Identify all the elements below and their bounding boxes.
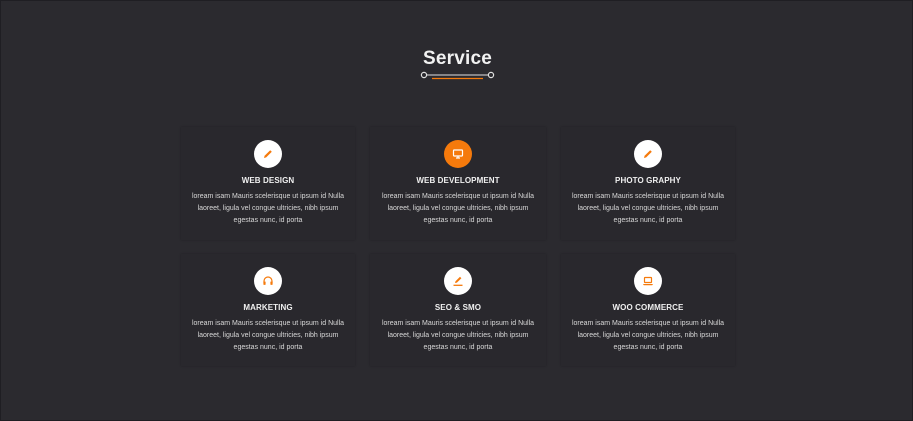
- services-grid: WEB DESIGN loream isam Mauris scelerisqu…: [181, 127, 735, 366]
- title-divider: [420, 70, 495, 82]
- laptop-icon: [642, 275, 654, 287]
- icon-badge: [254, 140, 282, 168]
- service-title: WOO COMMERCE: [612, 303, 684, 312]
- service-title: WEB DEVELOPMENT: [416, 176, 500, 185]
- service-description: loream isam Mauris scelerisque ut ipsum …: [191, 320, 345, 351]
- icon-badge: [634, 267, 662, 295]
- service-card-marketing[interactable]: MARKETING loream isam Mauris scelerisque…: [181, 254, 355, 366]
- service-description: loream isam Mauris scelerisque ut ipsum …: [571, 320, 725, 351]
- service-card-woo-commerce[interactable]: WOO COMMERCE loream isam Mauris sceleris…: [561, 254, 735, 366]
- service-card-photo-graphy[interactable]: PHOTO GRAPHY loream isam Mauris sceleris…: [561, 127, 735, 240]
- service-title: MARKETING: [243, 303, 293, 312]
- service-description: loream isam Mauris scelerisque ut ipsum …: [571, 193, 725, 224]
- icon-badge: [254, 267, 282, 295]
- icon-badge: [444, 140, 472, 168]
- edit-icon: [452, 275, 464, 287]
- monitor-icon: [452, 148, 464, 160]
- icon-badge: [444, 267, 472, 295]
- service-card-web-design[interactable]: WEB DESIGN loream isam Mauris scelerisqu…: [181, 127, 355, 240]
- pencil-icon: [262, 148, 274, 160]
- service-description: loream isam Mauris scelerisque ut ipsum …: [381, 193, 535, 224]
- service-description: loream isam Mauris scelerisque ut ipsum …: [381, 320, 535, 351]
- service-description: loream isam Mauris scelerisque ut ipsum …: [191, 193, 345, 224]
- headphones-icon: [262, 275, 274, 287]
- icon-badge: [634, 140, 662, 168]
- service-card-seo-smo[interactable]: SEO & SMO loream isam Mauris scelerisque…: [370, 254, 546, 366]
- services-section: Service WEB DESIGN loream isam Mauris sc…: [0, 0, 913, 421]
- service-title: WEB DESIGN: [241, 176, 295, 185]
- service-title: PHOTO GRAPHY: [615, 176, 681, 185]
- service-card-web-development[interactable]: WEB DEVELOPMENT loream isam Mauris scele…: [370, 127, 546, 240]
- pencil-icon: [642, 148, 654, 160]
- section-title: Service: [422, 48, 492, 69]
- service-title: SEO & SMO: [434, 303, 482, 312]
